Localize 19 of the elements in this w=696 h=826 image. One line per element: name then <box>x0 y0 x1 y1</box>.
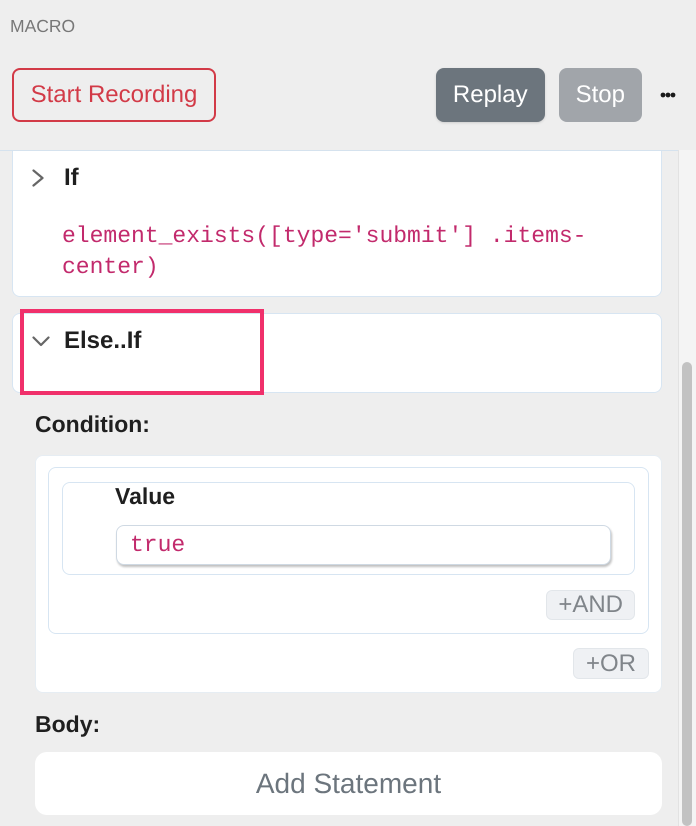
field-label: Value <box>115 484 176 508</box>
add-statement-button[interactable]: Add Statement <box>35 752 662 815</box>
statement-title: Else..If <box>64 327 142 355</box>
record-button[interactable]: Start Recording <box>12 68 216 122</box>
statement-card[interactable]: If element_exists([type='submit'] .items-center) <box>12 151 662 297</box>
and-button[interactable]: +AND <box>546 590 635 620</box>
or-button[interactable]: +OR <box>572 648 649 679</box>
replay-button[interactable]: Replay <box>436 68 545 122</box>
section-label: Condition: <box>35 411 151 437</box>
chevron-right-icon[interactable] <box>32 169 44 187</box>
chevron-down-icon[interactable] <box>32 336 50 346</box>
statement-title: If <box>64 164 79 192</box>
more-icon[interactable] <box>660 92 676 98</box>
condition-expression: element_exists([type='submit'] .items-center) <box>62 222 588 282</box>
panel-title: MACRO <box>10 15 76 36</box>
section-label: Body: <box>35 711 102 737</box>
scrollbar-track[interactable] <box>678 150 696 826</box>
value-field[interactable]: true <box>116 525 611 565</box>
scrollbar-thumb[interactable] <box>682 362 692 826</box>
